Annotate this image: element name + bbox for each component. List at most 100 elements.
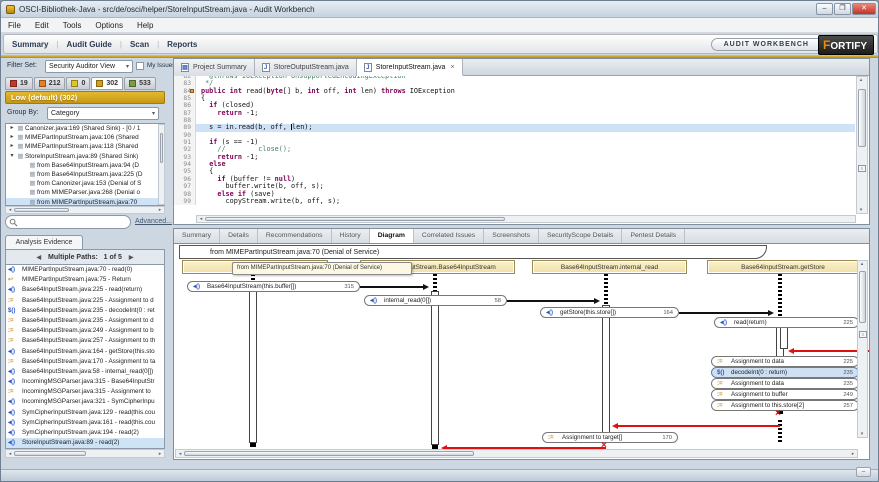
issue-tree-vscrollbar[interactable] xyxy=(158,124,165,205)
tree-item[interactable]: ▦from MIMEParser.java:268 (Denial o xyxy=(6,188,164,197)
evidence-hscrollbar[interactable]: ◂ ▸ xyxy=(5,449,165,458)
tree-item[interactable]: ▦from Base64InputStream.java:94 (D xyxy=(6,161,164,170)
evidence-item[interactable]: ◂()SymCipherInputStream.java:129 - read(… xyxy=(6,408,164,418)
diagram-node[interactable]: ◂()getStore(this.store[])164 xyxy=(540,307,679,318)
evidence-item[interactable]: ◂()IncomingMSGParser.java:321 - SymCiphe… xyxy=(6,397,164,407)
severity-banner[interactable]: Low (default) (302) xyxy=(5,91,165,104)
close-button[interactable]: ✕ xyxy=(852,3,876,15)
evidence-item[interactable]: ◂()SymCipherInputStream.java:161 - read(… xyxy=(6,418,164,428)
diagram-node[interactable]: :=Assignment to target[]170 xyxy=(542,432,678,443)
diagram-node[interactable]: :=Assignment to data225 xyxy=(711,356,859,367)
evidence-item[interactable]: ◂()Base64InputStream.java:164 - getStore… xyxy=(6,347,164,357)
toolbar-link-summary[interactable]: Summary xyxy=(4,40,56,49)
scroll-left-icon[interactable]: ◂ xyxy=(6,207,14,213)
diagram-node[interactable]: :=Assignment to data235 xyxy=(711,378,859,389)
scroll-left-icon[interactable]: ◂ xyxy=(197,216,205,222)
severity-count-button[interactable]: 212 xyxy=(34,77,66,90)
prev-path-icon[interactable]: ◀ xyxy=(31,255,46,261)
diagram-node[interactable]: ◂()read(return)225 xyxy=(714,317,859,328)
editor-tab-storeoutputstream-java[interactable]: JStoreOutputStream.java xyxy=(255,59,357,76)
evidence-item[interactable]: ◂()Base64InputStream.java:225 - read(ret… xyxy=(6,285,164,295)
tree-item[interactable]: ▦from MIMEPartInputStream.java:70 xyxy=(6,198,164,207)
tab-recommendations[interactable]: Recommendations xyxy=(258,229,332,243)
restore-panel-button[interactable]: – xyxy=(856,467,871,477)
scroll-down-icon[interactable]: ▾ xyxy=(858,431,866,437)
toolbar-link-reports[interactable]: Reports xyxy=(159,40,205,49)
diagram-node[interactable]: :=Assignment to buffer249 xyxy=(711,389,859,400)
tree-item[interactable]: ▸▦MIMEPartInputStream.java:118 (Shared xyxy=(6,142,164,151)
diagram-node[interactable]: ◂()Base64InputStream(this.buffer[])315 xyxy=(187,281,360,292)
tab-history[interactable]: History xyxy=(332,229,370,243)
severity-count-button[interactable]: 533 xyxy=(124,77,156,90)
evidence-item[interactable]: ◂()MIMEPartInputStream.java:70 - read(0) xyxy=(6,265,164,275)
maximize-button[interactable]: ❐ xyxy=(834,3,851,15)
scrollbar-annotation-mark[interactable]: ≡ xyxy=(859,331,867,338)
evidence-item[interactable]: :=Base64InputStream.java:170 - Assignmen… xyxy=(6,357,164,367)
menu-edit[interactable]: Edit xyxy=(28,18,56,33)
tab-pentest-details[interactable]: Pentest Details xyxy=(622,229,685,243)
diagram-hscrollbar[interactable]: ◂ ▸ xyxy=(175,449,858,458)
toolbar-link-scan[interactable]: Scan xyxy=(122,40,157,49)
scroll-right-icon[interactable]: ▸ xyxy=(156,207,164,213)
scroll-right-icon[interactable]: ▸ xyxy=(849,451,857,457)
evidence-item[interactable]: :=IncomingMSGParser.java:315 - Assignmen… xyxy=(6,387,164,397)
tree-item[interactable]: ▦from Canonizer.java:153 (Denial of S xyxy=(6,179,164,188)
scroll-up-icon[interactable]: ▴ xyxy=(858,261,866,267)
my-issues-checkbox[interactable] xyxy=(136,62,144,70)
minimize-button[interactable]: – xyxy=(816,3,833,15)
lifeline-header[interactable]: Base64InputStream.getStore xyxy=(707,260,859,274)
toolbar-link-audit-guide[interactable]: Audit Guide xyxy=(59,40,120,49)
evidence-item[interactable]: ◂()Base64InputStream.java:58 - internal_… xyxy=(6,367,164,377)
tree-item[interactable]: ▾▦StoreInputStream.java:89 (Shared Sink) xyxy=(6,152,164,161)
search-box[interactable] xyxy=(5,215,131,229)
diagram-node[interactable]: ◂()internal_read(0[])58 xyxy=(364,295,507,306)
editor-vscrollbar[interactable]: ▴ ≡ ▾ xyxy=(856,76,868,214)
scroll-left-icon[interactable]: ◂ xyxy=(6,451,14,457)
scroll-right-icon[interactable]: ▸ xyxy=(156,451,164,457)
evidence-item[interactable]: :=Base64InputStream.java:257 - Assignmen… xyxy=(6,336,164,346)
diagram-vscrollbar[interactable]: ▴ ≡ ▾ xyxy=(857,260,868,438)
tree-item[interactable]: ▦from Base64InputStream.java:225 (D xyxy=(6,170,164,179)
evidence-item[interactable]: :=Base64InputStream.java:235 - Assignmen… xyxy=(6,316,164,326)
group-by-dropdown[interactable]: Category▾ xyxy=(47,107,159,120)
close-icon[interactable]: × xyxy=(450,64,454,71)
advanced-link[interactable]: Advanced... xyxy=(135,218,172,225)
tree-item[interactable]: ▸▦MIMEPartInputStream.java:106 (Shared xyxy=(6,133,164,142)
tab-screenshots[interactable]: Screenshots xyxy=(484,229,539,243)
evidence-item[interactable]: ↩MIMEPartInputStream.java:75 - Return xyxy=(6,275,164,285)
evidence-item[interactable]: $()Base64InputStream.java:235 - decodeIn… xyxy=(6,306,164,316)
scroll-up-icon[interactable]: ▴ xyxy=(857,77,865,83)
severity-count-button[interactable]: 0 xyxy=(66,77,90,90)
evidence-item[interactable]: ◂()StoreInputStream.java:89 - read(2) xyxy=(6,438,164,448)
tab-diagram[interactable]: Diagram xyxy=(370,229,414,243)
diagram-node[interactable]: $()decodeInt(0 : return)235 xyxy=(711,367,859,378)
tree-item[interactable]: ▸▦Canonizer.java:169 (Shared Sink) - [0 … xyxy=(6,124,164,133)
next-path-icon[interactable]: ▶ xyxy=(124,255,139,261)
filter-set-dropdown[interactable]: Security Auditor View▾ xyxy=(45,60,133,73)
scroll-left-icon[interactable]: ◂ xyxy=(176,451,184,457)
severity-count-button[interactable]: 19 xyxy=(5,77,33,90)
evidence-item[interactable]: :=Base64InputStream.java:249 - Assignmen… xyxy=(6,326,164,336)
tab-details[interactable]: Details xyxy=(220,229,258,243)
editor-tab-project-summary[interactable]: ▤Project Summary xyxy=(174,59,255,76)
editor-hscrollbar[interactable]: ◂ xyxy=(196,215,856,223)
code-area[interactable]: 82* @throws IOException UnsupportedEncod… xyxy=(174,76,855,214)
evidence-item[interactable]: ◂()IncomingMSGParser.java:315 - Base64In… xyxy=(6,377,164,387)
evidence-item[interactable]: ◂()SymCipherInputStream.java:194 - read(… xyxy=(6,428,164,438)
menu-file[interactable]: File xyxy=(1,18,28,33)
scrollbar-annotation-mark[interactable]: ≡ xyxy=(858,165,866,172)
editor-tab-storeinputstream-java[interactable]: JStoreInputStream.java× xyxy=(357,59,463,76)
lifeline-header[interactable]: Base64InputStream.internal_read xyxy=(532,260,687,274)
evidence-item[interactable]: :=Base64InputStream.java:225 - Assignmen… xyxy=(6,296,164,306)
severity-count-button[interactable]: 302 xyxy=(91,77,123,90)
tab-securityscope-details[interactable]: SecurityScope Details xyxy=(539,229,623,243)
menu-tools[interactable]: Tools xyxy=(56,18,89,33)
diagram-node[interactable]: :=Assignment to this.store[2]257 xyxy=(711,400,859,411)
menu-options[interactable]: Options xyxy=(88,18,130,33)
title-bar[interactable]: OSCI-Bibliothek-Java - src/de/osci/helpe… xyxy=(1,1,879,18)
tab-analysis-evidence[interactable]: Analysis Evidence xyxy=(5,235,83,249)
tab-summary[interactable]: Summary xyxy=(174,229,220,243)
issue-tree-hscrollbar[interactable]: ◂ ▸ xyxy=(5,206,165,214)
menu-help[interactable]: Help xyxy=(130,18,160,33)
tab-correlated-issues[interactable]: Correlated Issues xyxy=(414,229,484,243)
